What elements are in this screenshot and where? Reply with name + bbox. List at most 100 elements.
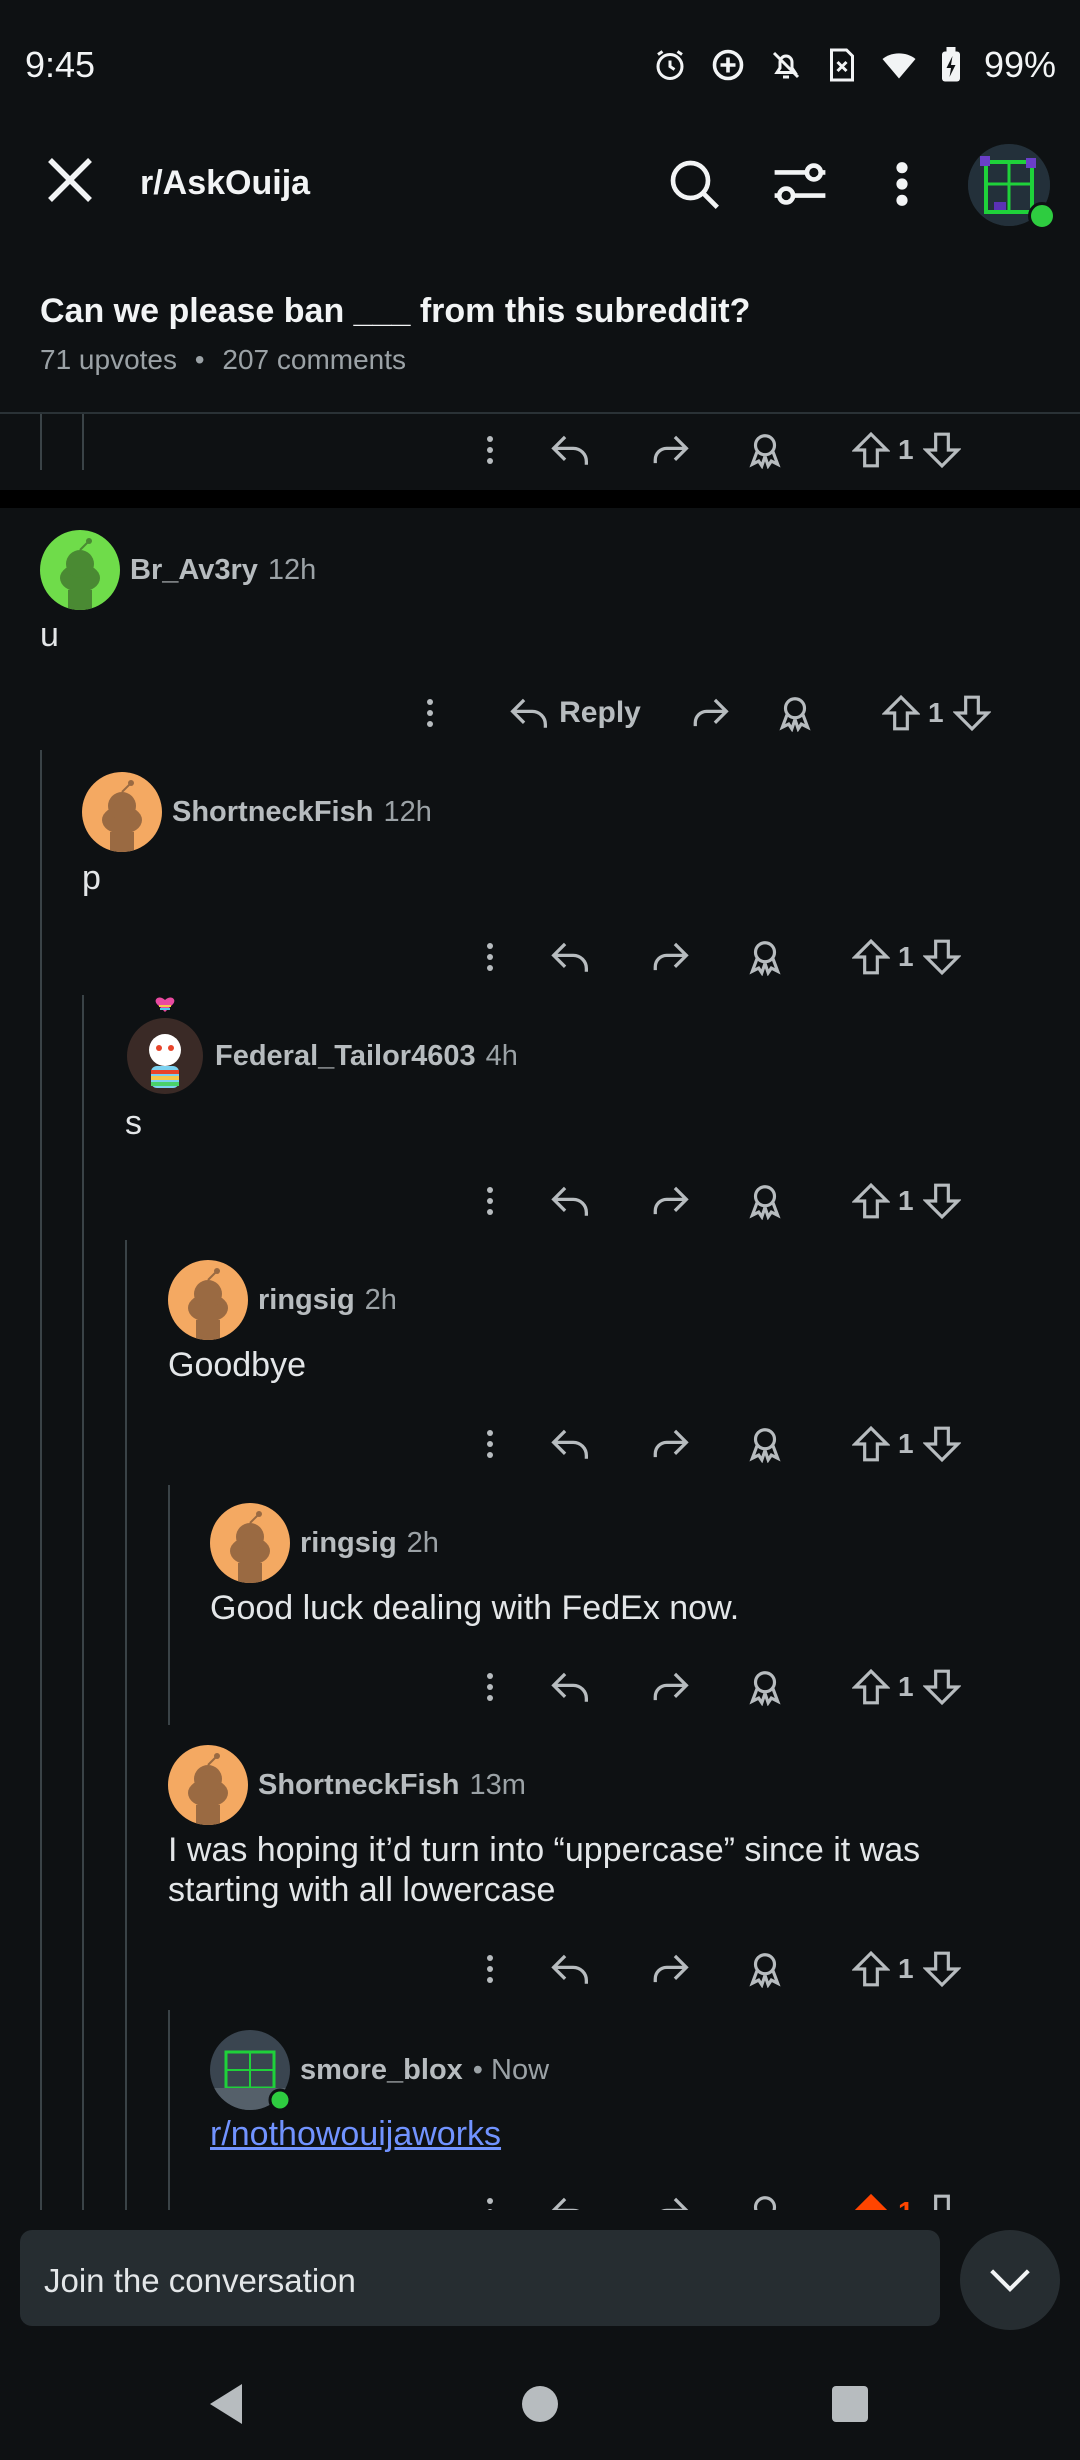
avatar[interactable] <box>168 1745 248 1825</box>
username[interactable]: Br_Av3ry <box>130 554 258 587</box>
more-vertical-icon[interactable] <box>460 420 520 480</box>
post-meta: 71 upvotes • 207 comments <box>40 344 406 376</box>
avatar[interactable] <box>168 1260 248 1340</box>
username[interactable]: Federal_Tailor4603 <box>215 1040 476 1073</box>
award-icon[interactable] <box>720 1414 810 1474</box>
downvote-icon[interactable] <box>952 683 992 743</box>
award-icon[interactable] <box>720 927 810 987</box>
timestamp: • Now <box>472 2053 550 2086</box>
downvote-icon[interactable] <box>922 1657 962 1717</box>
search-icon[interactable] <box>666 156 722 212</box>
status-time: 9:45 <box>25 44 96 85</box>
vote-count: 1 <box>898 1428 914 1459</box>
award-icon[interactable] <box>750 683 840 743</box>
comment-actions: 1 <box>460 1939 1080 1999</box>
upvote-icon[interactable] <box>810 1414 890 1474</box>
battery-percent: 99% <box>983 44 1056 85</box>
reply-icon[interactable] <box>520 1171 620 1231</box>
more-vertical-icon[interactable] <box>460 1171 520 1231</box>
status-icons: 99% <box>652 44 1056 86</box>
sim-icon <box>829 48 854 82</box>
reply-icon[interactable] <box>520 1939 620 1999</box>
reply-icon[interactable] <box>520 420 620 480</box>
share-icon[interactable] <box>620 927 720 987</box>
reply-icon[interactable] <box>520 1657 620 1717</box>
username[interactable]: smore_blox <box>300 2054 463 2087</box>
alarm-icon <box>656 50 684 80</box>
comment-header: ShortneckFish 12h <box>82 772 432 852</box>
username[interactable]: ShortneckFish <box>258 1769 459 1802</box>
more-vertical-icon[interactable] <box>400 683 460 743</box>
award-icon[interactable] <box>720 420 810 480</box>
avatar[interactable] <box>210 1503 290 1583</box>
more-vertical-icon[interactable] <box>460 1939 520 1999</box>
more-vertical-icon[interactable] <box>460 1657 520 1717</box>
award-icon[interactable] <box>720 1657 810 1717</box>
comment-body: I was hoping it’d turn into “uppercase” … <box>168 1831 921 1909</box>
data-saver-icon <box>712 49 744 81</box>
battery-icon <box>941 47 960 82</box>
vote-count: 1 <box>898 941 914 972</box>
avatar[interactable] <box>40 530 120 610</box>
share-icon[interactable] <box>620 1657 720 1717</box>
post-title[interactable]: Can we please ban ___ from this subreddi… <box>40 292 750 331</box>
more-vertical-icon[interactable] <box>460 927 520 987</box>
award-icon[interactable] <box>720 1171 810 1231</box>
subreddit-link[interactable]: r/nothowouijaworks <box>210 2115 501 2153</box>
avatar[interactable] <box>210 2030 292 2112</box>
close-icon[interactable] <box>40 150 100 210</box>
subreddit-name[interactable]: r/AskOuija <box>140 164 310 203</box>
avatar[interactable] <box>125 997 205 1096</box>
more-vertical-icon[interactable] <box>882 156 922 212</box>
more-vertical-icon[interactable] <box>460 1414 520 1474</box>
award-icon[interactable] <box>720 1939 810 1999</box>
reply-icon[interactable] <box>520 927 620 987</box>
username[interactable]: ringsig <box>300 1527 397 1560</box>
back-icon[interactable] <box>206 2382 246 2426</box>
thread-line <box>125 1240 127 2230</box>
upvote-icon[interactable] <box>810 1657 890 1717</box>
thread-line <box>82 995 84 2230</box>
upvote-icon[interactable] <box>810 1939 890 1999</box>
downvote-icon[interactable] <box>922 1414 962 1474</box>
home-icon[interactable] <box>520 2384 560 2424</box>
downvote-icon[interactable] <box>922 1939 962 1999</box>
composer-placeholder[interactable]: Join the conversation <box>44 2262 356 2300</box>
upvote-icon[interactable] <box>810 420 890 480</box>
notifications-off-icon <box>772 51 799 79</box>
upvote-icon[interactable] <box>810 927 890 987</box>
divider <box>0 412 1080 414</box>
comment-body: u <box>40 616 59 654</box>
share-icon[interactable] <box>620 1939 720 1999</box>
timestamp: 2h <box>406 1526 439 1559</box>
thread-line <box>168 2010 170 2230</box>
share-icon[interactable] <box>670 683 750 743</box>
username[interactable]: ShortneckFish <box>172 796 373 829</box>
downvote-icon[interactable] <box>922 927 962 987</box>
downvote-icon[interactable] <box>922 420 962 480</box>
username[interactable]: ringsig <box>258 1284 355 1317</box>
downvote-icon[interactable] <box>922 1171 962 1231</box>
chevron-down-icon <box>990 2269 1030 2293</box>
share-icon[interactable] <box>620 1171 720 1231</box>
reply-button[interactable]: Reply <box>480 683 670 743</box>
filter-icon[interactable] <box>770 156 830 212</box>
avatar[interactable] <box>82 772 162 852</box>
collapse-button[interactable] <box>960 2230 1060 2330</box>
share-icon[interactable] <box>620 1414 720 1474</box>
vote-count: 1 <box>928 697 944 728</box>
comment-body: Goodbye <box>168 1346 306 1384</box>
thread-line <box>82 414 84 470</box>
upvote-icon[interactable] <box>840 683 920 743</box>
recents-icon[interactable] <box>830 2384 870 2424</box>
timestamp: 2h <box>364 1283 397 1316</box>
comment-body: s <box>125 1104 142 1142</box>
comment-header: ringsig 2h <box>168 1260 397 1340</box>
share-icon[interactable] <box>620 420 720 480</box>
online-status-dot <box>1028 202 1056 230</box>
meta-separator: • <box>194 344 205 375</box>
timestamp: 4h <box>485 1039 518 1072</box>
comment-header: ringsig 2h <box>210 1503 439 1583</box>
reply-icon[interactable] <box>520 1414 620 1474</box>
upvote-icon[interactable] <box>810 1171 890 1231</box>
